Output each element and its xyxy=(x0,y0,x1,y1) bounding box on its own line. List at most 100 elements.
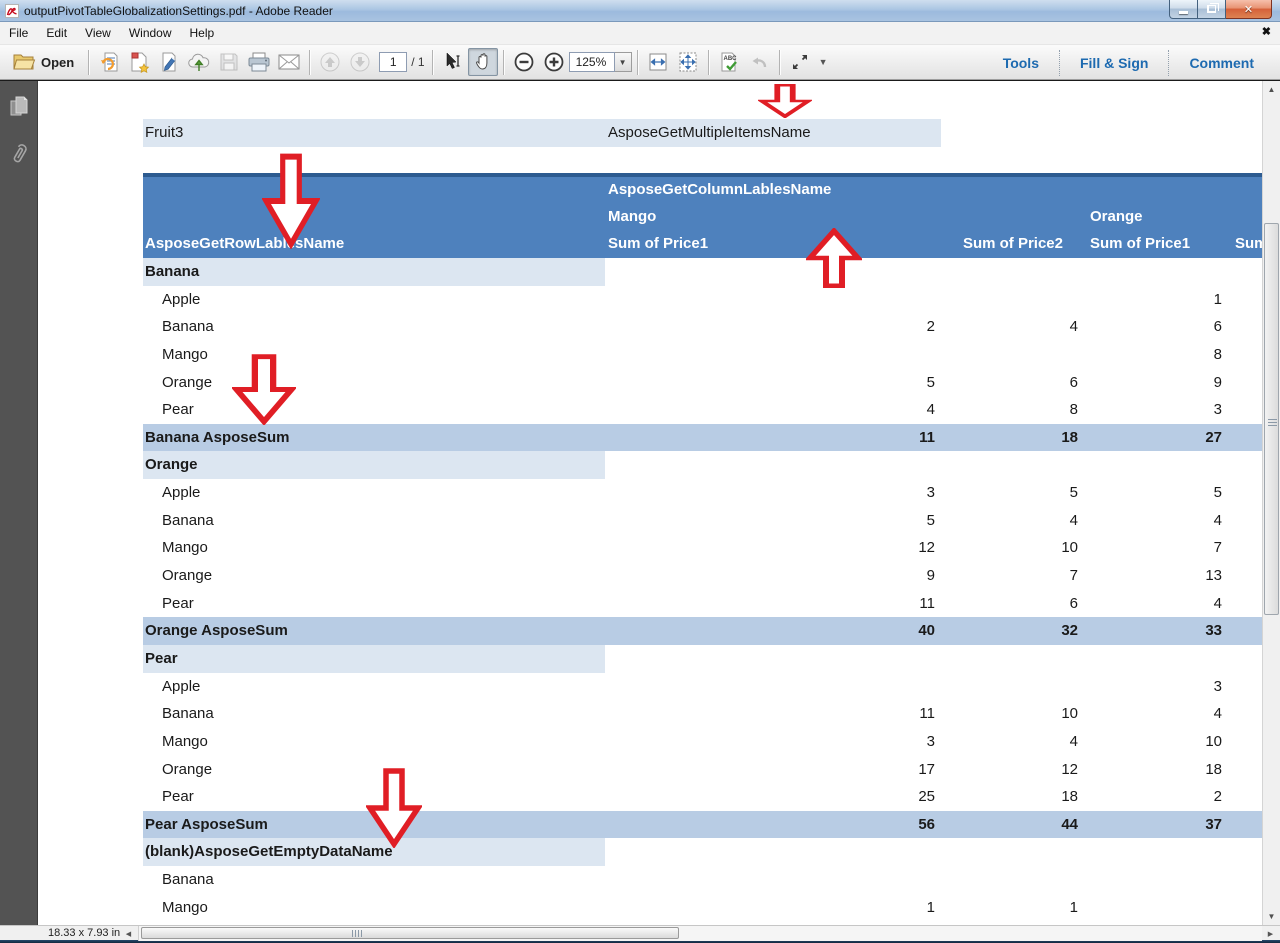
pivot-row-item: Mango3410 xyxy=(143,728,1262,756)
page-number-input[interactable]: 1 xyxy=(379,52,407,72)
spellcheck-button[interactable]: ABC xyxy=(714,48,744,76)
restore-button[interactable] xyxy=(1198,0,1226,19)
pivot-row-item: Pear25182 xyxy=(143,783,1262,811)
fit-width-button[interactable] xyxy=(643,48,673,76)
scroll-right-icon[interactable]: ▶ xyxy=(1264,927,1277,940)
next-page-icon xyxy=(349,51,371,73)
fullscreen-icon xyxy=(789,51,811,73)
menu-help[interactable]: Help xyxy=(181,23,224,43)
scroll-down-icon[interactable]: ▼ xyxy=(1263,908,1280,925)
cell-value: 2 xyxy=(588,313,935,341)
previous-page-button[interactable] xyxy=(315,48,345,76)
pivot-row-group: (blank)AsposeGetEmptyDataName xyxy=(143,838,1262,866)
vertical-scrollbar[interactable]: ▲ ▼ xyxy=(1262,81,1280,925)
undo-button[interactable] xyxy=(744,48,774,76)
cell-value: 4 xyxy=(1098,507,1222,535)
cell-value: 8 xyxy=(958,396,1078,424)
next-page-button[interactable] xyxy=(345,48,375,76)
open-button[interactable]: Open xyxy=(6,48,83,76)
scroll-up-icon[interactable]: ▲ xyxy=(1263,81,1280,98)
cell-value: 1 xyxy=(1098,286,1222,314)
select-tool-icon xyxy=(442,51,464,73)
row-label: Orange xyxy=(145,451,198,479)
cell-value: 37 xyxy=(1098,811,1222,839)
pivot-rows: BananaApple1Banana246Mango8Orange569Pear… xyxy=(143,258,1262,921)
cell-value: 4 xyxy=(1098,700,1222,728)
cell-value: 11 xyxy=(588,700,935,728)
close-document-icon[interactable]: ✖ xyxy=(1262,25,1271,38)
vertical-scrollbar-thumb[interactable] xyxy=(1264,223,1279,615)
menu-file[interactable]: File xyxy=(0,23,37,43)
cell-value: 3 xyxy=(588,728,935,756)
close-button[interactable]: ✕ xyxy=(1226,0,1272,19)
create-pdf-icon xyxy=(128,51,150,73)
row-label: Banana xyxy=(145,258,199,286)
page-thumbnails-icon[interactable] xyxy=(8,95,30,119)
zoom-out-button[interactable] xyxy=(509,48,539,76)
filter-field-label: Fruit3 xyxy=(145,119,183,147)
email-icon xyxy=(277,51,301,73)
cell-value: 7 xyxy=(958,562,1078,590)
save-button[interactable] xyxy=(214,48,244,76)
column-header-clipped: Sum xyxy=(1235,235,1262,252)
print-button[interactable] xyxy=(244,48,274,76)
sign-document-button[interactable] xyxy=(154,48,184,76)
row-label: Mango xyxy=(162,534,208,562)
cell-value: 27 xyxy=(1098,424,1222,452)
pivot-row-sum: Pear AsposeSum564437 xyxy=(143,811,1262,839)
annotation-arrow-down-aspose-sum xyxy=(232,354,296,425)
toolbar: Open xyxy=(0,44,1280,80)
export-pdf-button[interactable] xyxy=(94,48,124,76)
zoom-level-input[interactable]: 125% xyxy=(569,52,615,72)
save-icon xyxy=(218,51,240,73)
cell-value: 11 xyxy=(588,424,935,452)
cloud-upload-button[interactable] xyxy=(184,48,214,76)
filter-field-value: AsposeGetMultipleItemsName xyxy=(608,119,811,147)
column-group-mango: Mango xyxy=(608,208,656,225)
cell-value: 4 xyxy=(588,396,935,424)
pivot-row-sum: Banana AsposeSum111827 xyxy=(143,424,1262,452)
minimize-button[interactable] xyxy=(1169,0,1198,19)
row-label: Banana AsposeSum xyxy=(145,424,290,452)
menu-window[interactable]: Window xyxy=(120,23,181,43)
pivot-row-item: Orange569 xyxy=(143,369,1262,397)
cell-value: 17 xyxy=(588,756,935,784)
row-label: Mango xyxy=(162,894,208,922)
cell-value: 4 xyxy=(1098,590,1222,618)
hand-tool-button[interactable] xyxy=(468,48,498,76)
menu-view[interactable]: View xyxy=(76,23,120,43)
page-dimensions-label: 18.33 x 7.93 in xyxy=(48,927,120,939)
pivot-row-item: Apple1 xyxy=(143,286,1262,314)
pivot-row-item: Orange171218 xyxy=(143,756,1262,784)
fullscreen-button[interactable] xyxy=(785,48,815,76)
navigation-pane xyxy=(0,81,38,925)
zoom-dropdown-button[interactable]: ▼ xyxy=(615,52,632,72)
fit-page-button[interactable] xyxy=(673,48,703,76)
attachments-paperclip-icon[interactable] xyxy=(9,141,29,167)
create-pdf-button[interactable] xyxy=(124,48,154,76)
horizontal-scrollbar[interactable] xyxy=(138,926,1262,941)
column-header-sum-price1: Sum of Price1 xyxy=(608,235,708,252)
comment-panel-button[interactable]: Comment xyxy=(1169,50,1274,76)
toolbar-overflow-chevron-icon[interactable]: ▼ xyxy=(819,57,828,67)
scroll-left-icon[interactable]: ◀ xyxy=(122,927,135,940)
horizontal-scrollbar-thumb[interactable] xyxy=(141,927,679,939)
row-label: Apple xyxy=(162,673,200,701)
pivot-row-item: Banana246 xyxy=(143,313,1262,341)
previous-page-icon xyxy=(319,51,341,73)
row-label: Pear xyxy=(162,396,194,424)
tools-panel-button[interactable]: Tools xyxy=(983,50,1059,76)
cell-value: 12 xyxy=(588,534,935,562)
cell-value: 5 xyxy=(958,479,1078,507)
fill-sign-panel-button[interactable]: Fill & Sign xyxy=(1060,50,1168,76)
zoom-in-button[interactable] xyxy=(539,48,569,76)
pivot-row-item: Mango8 xyxy=(143,341,1262,369)
cell-value: 5 xyxy=(1098,479,1222,507)
pivot-row-group: Banana xyxy=(143,258,1262,286)
email-button[interactable] xyxy=(274,48,304,76)
pivot-row-item: Pear483 xyxy=(143,396,1262,424)
menu-edit[interactable]: Edit xyxy=(37,23,76,43)
title-bar: outputPivotTableGlobalizationSettings.pd… xyxy=(0,0,1280,22)
select-tool-button[interactable] xyxy=(438,48,468,76)
svg-text:ABC: ABC xyxy=(723,56,737,62)
